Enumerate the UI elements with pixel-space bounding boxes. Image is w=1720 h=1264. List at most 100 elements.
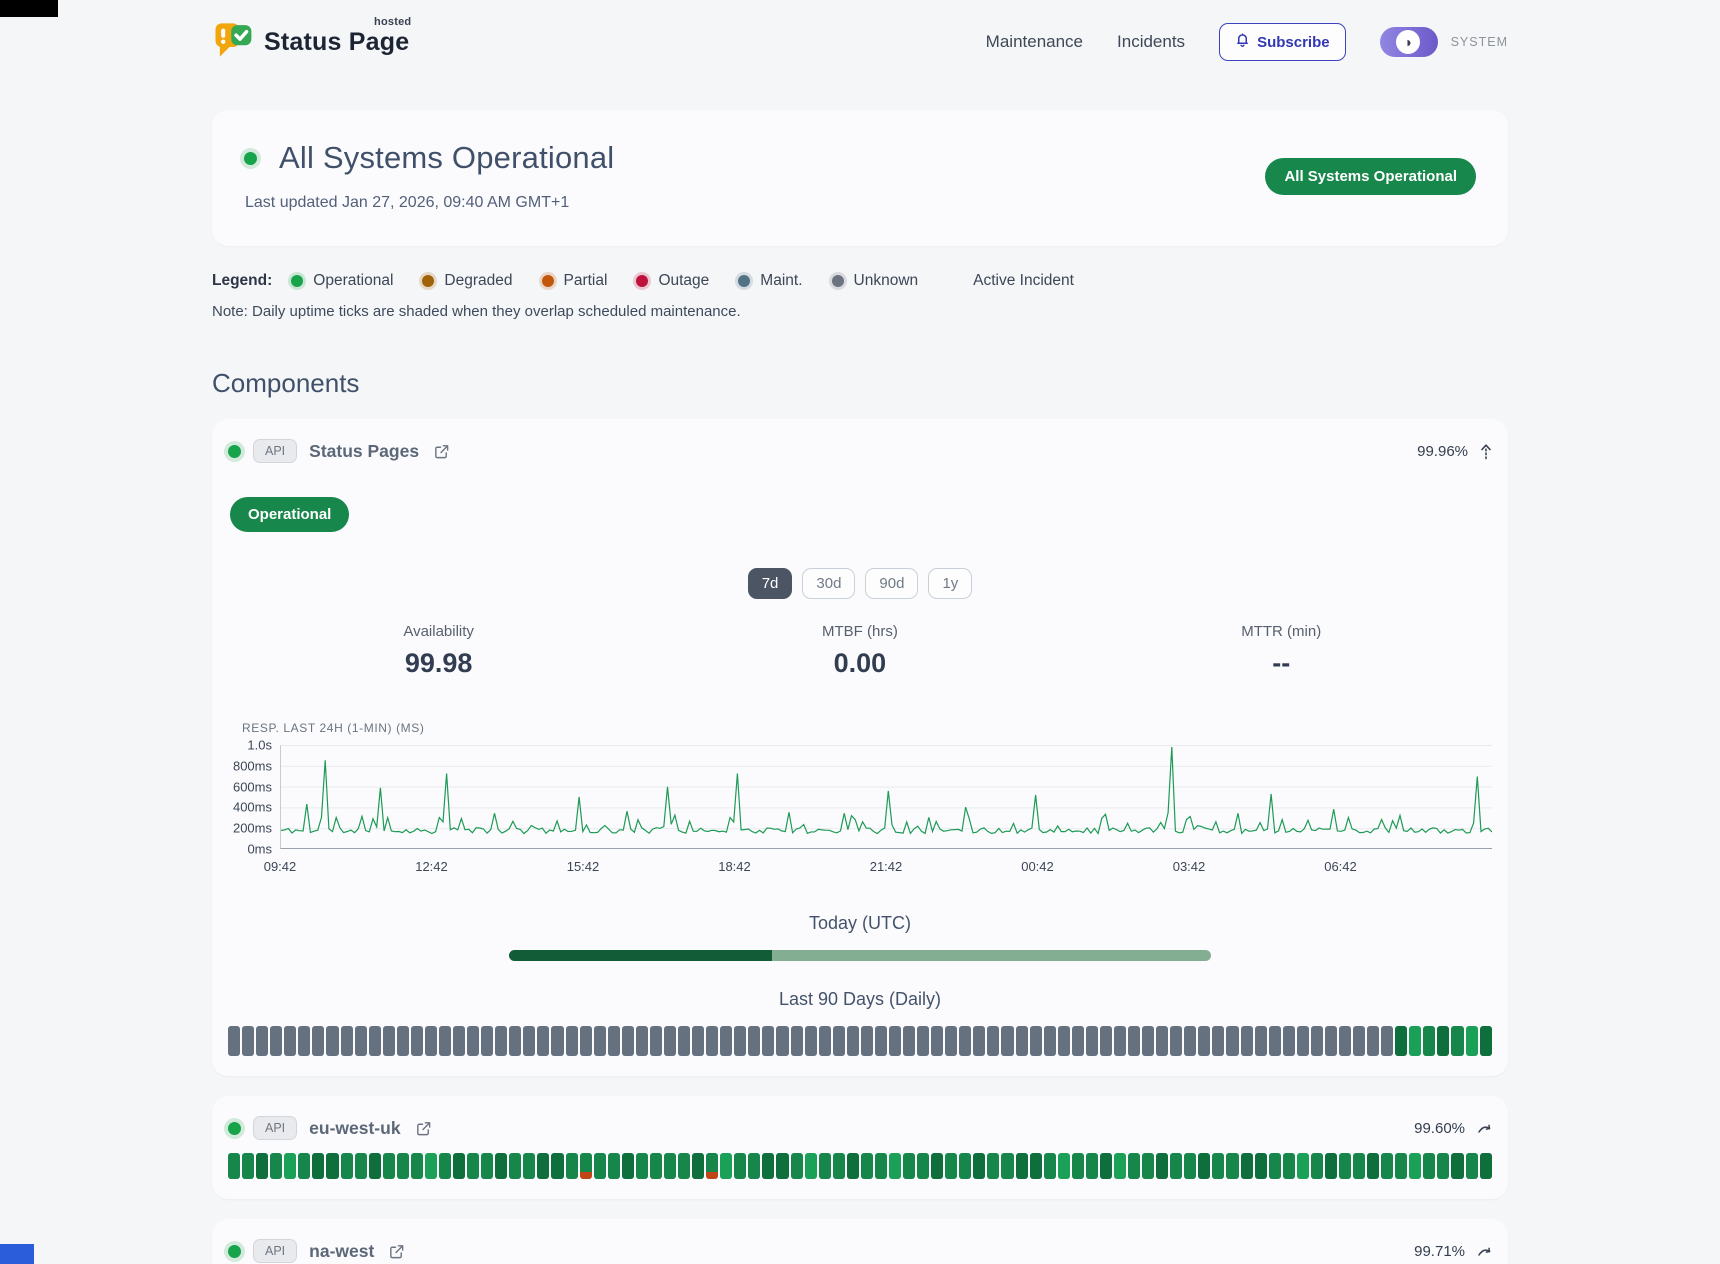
uptime-tick[interactable]: [453, 1026, 465, 1056]
uptime-tick[interactable]: [594, 1153, 606, 1179]
uptime-tick[interactable]: [481, 1153, 493, 1179]
uptime-tick[interactable]: [1044, 1153, 1056, 1179]
uptime-tick[interactable]: [298, 1026, 310, 1056]
subscribe-button[interactable]: Subscribe: [1219, 23, 1346, 61]
uptime-tick[interactable]: [1311, 1153, 1323, 1179]
uptime-tick[interactable]: [1170, 1153, 1182, 1179]
uptime-tick[interactable]: [1001, 1026, 1013, 1056]
uptime-tick[interactable]: [1311, 1026, 1323, 1056]
uptime-tick[interactable]: [1114, 1026, 1126, 1056]
uptime-tick[interactable]: [678, 1026, 690, 1056]
uptime-tick[interactable]: [1212, 1026, 1224, 1056]
uptime-tick[interactable]: [326, 1153, 338, 1179]
uptime-tick[interactable]: [819, 1153, 831, 1179]
uptime-tick[interactable]: [509, 1026, 521, 1056]
uptime-tick[interactable]: [312, 1026, 324, 1056]
uptime-tick[interactable]: [833, 1026, 845, 1056]
uptime-tick[interactable]: [1226, 1153, 1238, 1179]
uptime-tick[interactable]: [959, 1026, 971, 1056]
uptime-tick[interactable]: [861, 1153, 873, 1179]
uptime-tick[interactable]: [650, 1026, 662, 1056]
uptime-tick[interactable]: [1255, 1026, 1267, 1056]
uptime-tick[interactable]: [1142, 1153, 1154, 1179]
uptime-tick[interactable]: [270, 1153, 282, 1179]
nav-incidents[interactable]: Incidents: [1117, 32, 1185, 52]
uptime-tick[interactable]: [383, 1153, 395, 1179]
uptime-tick[interactable]: [1198, 1153, 1210, 1179]
uptime-tick[interactable]: [242, 1026, 254, 1056]
uptime-tick[interactable]: [256, 1153, 268, 1179]
uptime-tick[interactable]: [748, 1153, 760, 1179]
uptime-tick[interactable]: [1325, 1026, 1337, 1056]
uptime-tick[interactable]: [1072, 1026, 1084, 1056]
uptime-tick[interactable]: [1395, 1153, 1407, 1179]
uptime-tick[interactable]: [1114, 1153, 1126, 1179]
uptime-tick[interactable]: [1156, 1026, 1168, 1056]
logo[interactable]: Status Page hosted: [212, 19, 409, 66]
uptime-tick[interactable]: [847, 1026, 859, 1056]
uptime-tick[interactable]: [594, 1026, 606, 1056]
uptime-tick[interactable]: [467, 1026, 479, 1056]
uptime-tick[interactable]: [383, 1026, 395, 1056]
uptime-tick[interactable]: [664, 1026, 676, 1056]
uptime-tick[interactable]: [692, 1026, 704, 1056]
external-link-icon[interactable]: [388, 1243, 405, 1260]
uptime-tick[interactable]: [355, 1026, 367, 1056]
uptime-tick[interactable]: [1437, 1026, 1449, 1056]
uptime-tick[interactable]: [917, 1026, 929, 1056]
uptime-tick[interactable]: [1086, 1026, 1098, 1056]
uptime-tick[interactable]: [1255, 1153, 1267, 1179]
uptime-tick[interactable]: [903, 1153, 915, 1179]
uptime-tick[interactable]: [566, 1153, 578, 1179]
uptime-tick[interactable]: [987, 1026, 999, 1056]
uptime-tick[interactable]: [917, 1153, 929, 1179]
uptime-tick[interactable]: [425, 1153, 437, 1179]
uptime-tick[interactable]: [1128, 1026, 1140, 1056]
uptime-tick[interactable]: [1241, 1153, 1253, 1179]
uptime-tick[interactable]: [1212, 1153, 1224, 1179]
uptime-tick[interactable]: [1367, 1153, 1379, 1179]
uptime-tick[interactable]: [959, 1153, 971, 1179]
uptime-tick[interactable]: [1016, 1026, 1028, 1056]
uptime-tick[interactable]: [1466, 1026, 1478, 1056]
uptime-tick[interactable]: [833, 1153, 845, 1179]
uptime-tick[interactable]: [776, 1153, 788, 1179]
expand-arrow-icon[interactable]: [1477, 1245, 1492, 1258]
uptime-tick[interactable]: [973, 1153, 985, 1179]
uptime-tick[interactable]: [551, 1153, 563, 1179]
uptime-tick[interactable]: [341, 1026, 353, 1056]
uptime-tick[interactable]: [1241, 1026, 1253, 1056]
uptime-tick[interactable]: [580, 1026, 592, 1056]
uptime-tick[interactable]: [678, 1153, 690, 1179]
uptime-tick[interactable]: [1198, 1026, 1210, 1056]
uptime-tick[interactable]: [875, 1026, 887, 1056]
uptime-tick[interactable]: [411, 1026, 423, 1056]
uptime-tick[interactable]: [945, 1153, 957, 1179]
uptime-tick[interactable]: [284, 1026, 296, 1056]
uptime-tick[interactable]: [537, 1153, 549, 1179]
uptime-tick[interactable]: [1072, 1153, 1084, 1179]
uptime-tick[interactable]: [439, 1026, 451, 1056]
uptime-tick[interactable]: [875, 1153, 887, 1179]
uptime-tick[interactable]: [1297, 1026, 1309, 1056]
uptime-tick[interactable]: [805, 1026, 817, 1056]
uptime-tick[interactable]: [369, 1026, 381, 1056]
uptime-tick[interactable]: [1480, 1026, 1492, 1056]
uptime-tick[interactable]: [228, 1026, 240, 1056]
uptime-tick[interactable]: [495, 1026, 507, 1056]
uptime-tick[interactable]: [734, 1026, 746, 1056]
uptime-tick[interactable]: [805, 1153, 817, 1179]
expand-arrow-icon[interactable]: [1477, 1122, 1492, 1135]
uptime-tick[interactable]: [608, 1153, 620, 1179]
uptime-tick[interactable]: [439, 1153, 451, 1179]
uptime-tick[interactable]: [636, 1153, 648, 1179]
uptime-tick[interactable]: [1381, 1153, 1393, 1179]
uptime-tick[interactable]: [1142, 1026, 1154, 1056]
uptime-tick[interactable]: [734, 1153, 746, 1179]
uptime-tick[interactable]: [636, 1026, 648, 1056]
uptime-tick[interactable]: [551, 1026, 563, 1056]
uptime-tick[interactable]: [1353, 1153, 1365, 1179]
uptime-tick[interactable]: [256, 1026, 268, 1056]
uptime-tick[interactable]: [1128, 1153, 1140, 1179]
uptime-tick[interactable]: [1437, 1153, 1449, 1179]
